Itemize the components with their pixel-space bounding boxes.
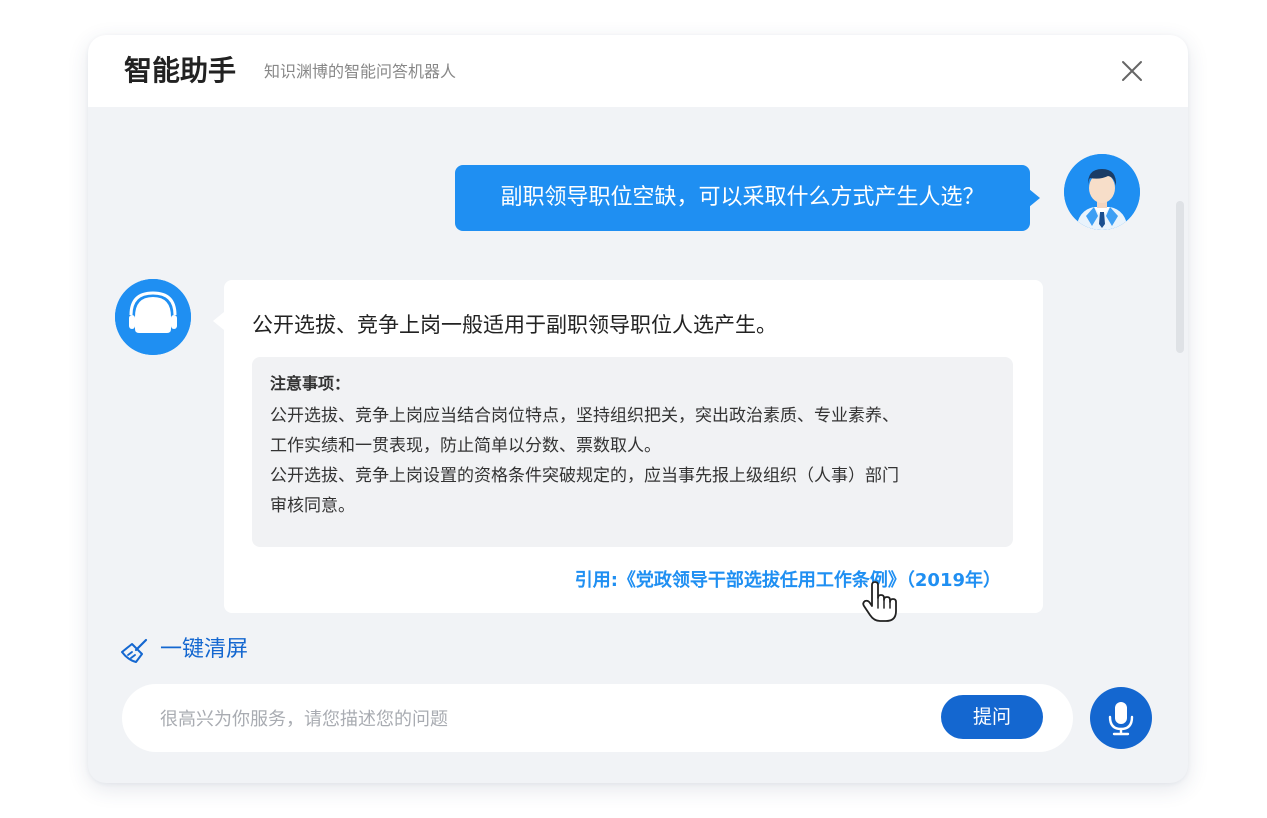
microphone-button[interactable] xyxy=(1090,687,1152,749)
note-line: 审核同意。 xyxy=(270,496,355,516)
note-line: 工作实绩和一贯表现，防止简单以分数、票数取人。 xyxy=(270,436,661,456)
headset-icon xyxy=(115,279,191,355)
question-input[interactable] xyxy=(158,698,922,740)
close-icon xyxy=(1122,61,1142,81)
page-subtitle: 知识渊博的智能问答机器人 xyxy=(264,62,457,81)
microphone-icon xyxy=(1108,702,1134,736)
note-line: 公开选拔、竞争上岗应当结合岗位特点，坚持组织把关，突出政治素质、专业素养、 xyxy=(270,406,899,426)
citation-link[interactable]: 引用:《党政领导干部选拔任用工作条例》（2019年） xyxy=(575,568,1001,594)
broom-icon xyxy=(121,638,148,663)
note-line: 公开选拔、竞争上岗设置的资格条件突破规定的，应当事先报上级组织（人事）部门 xyxy=(270,466,899,486)
user-avatar-icon xyxy=(1064,154,1140,230)
user-message-bubble: 副职领导职位空缺，可以采取什么方式产生人选？ xyxy=(455,165,1040,231)
clear-screen-label: 一键清屏 xyxy=(160,637,249,662)
assistant-panel: 智能助手 知识渊博的智能问答机器人 副职领导职位空缺，可以采取什么方式产生人选？ xyxy=(88,35,1188,783)
page-title: 智能助手 xyxy=(124,54,237,87)
chat-scrollbar[interactable] xyxy=(1176,201,1184,353)
user-avatar xyxy=(1064,154,1140,230)
note-box: 注意事项： 公开选拔、竞争上岗应当结合岗位特点，坚持组织把关，突出政治素质、专业… xyxy=(252,357,1013,547)
bot-answer-text: 公开选拔、竞争上岗一般适用于副职领导职位人选产生。 xyxy=(252,313,777,337)
bot-avatar xyxy=(115,279,191,355)
ask-button[interactable]: 提问 xyxy=(941,695,1043,739)
close-button[interactable] xyxy=(1120,59,1144,83)
hand-cursor-icon xyxy=(862,581,898,623)
panel-header: 智能助手 知识渊博的智能问答机器人 xyxy=(88,35,1188,107)
question-input-wrapper: 提问 xyxy=(122,684,1073,752)
note-title: 注意事项： xyxy=(270,374,351,393)
bot-message-bubble: 公开选拔、竞争上岗一般适用于副职领导职位人选产生。 注意事项： 公开选拔、竞争上… xyxy=(213,280,1043,613)
user-message-text: 副职领导职位空缺，可以采取什么方式产生人选？ xyxy=(500,185,985,210)
